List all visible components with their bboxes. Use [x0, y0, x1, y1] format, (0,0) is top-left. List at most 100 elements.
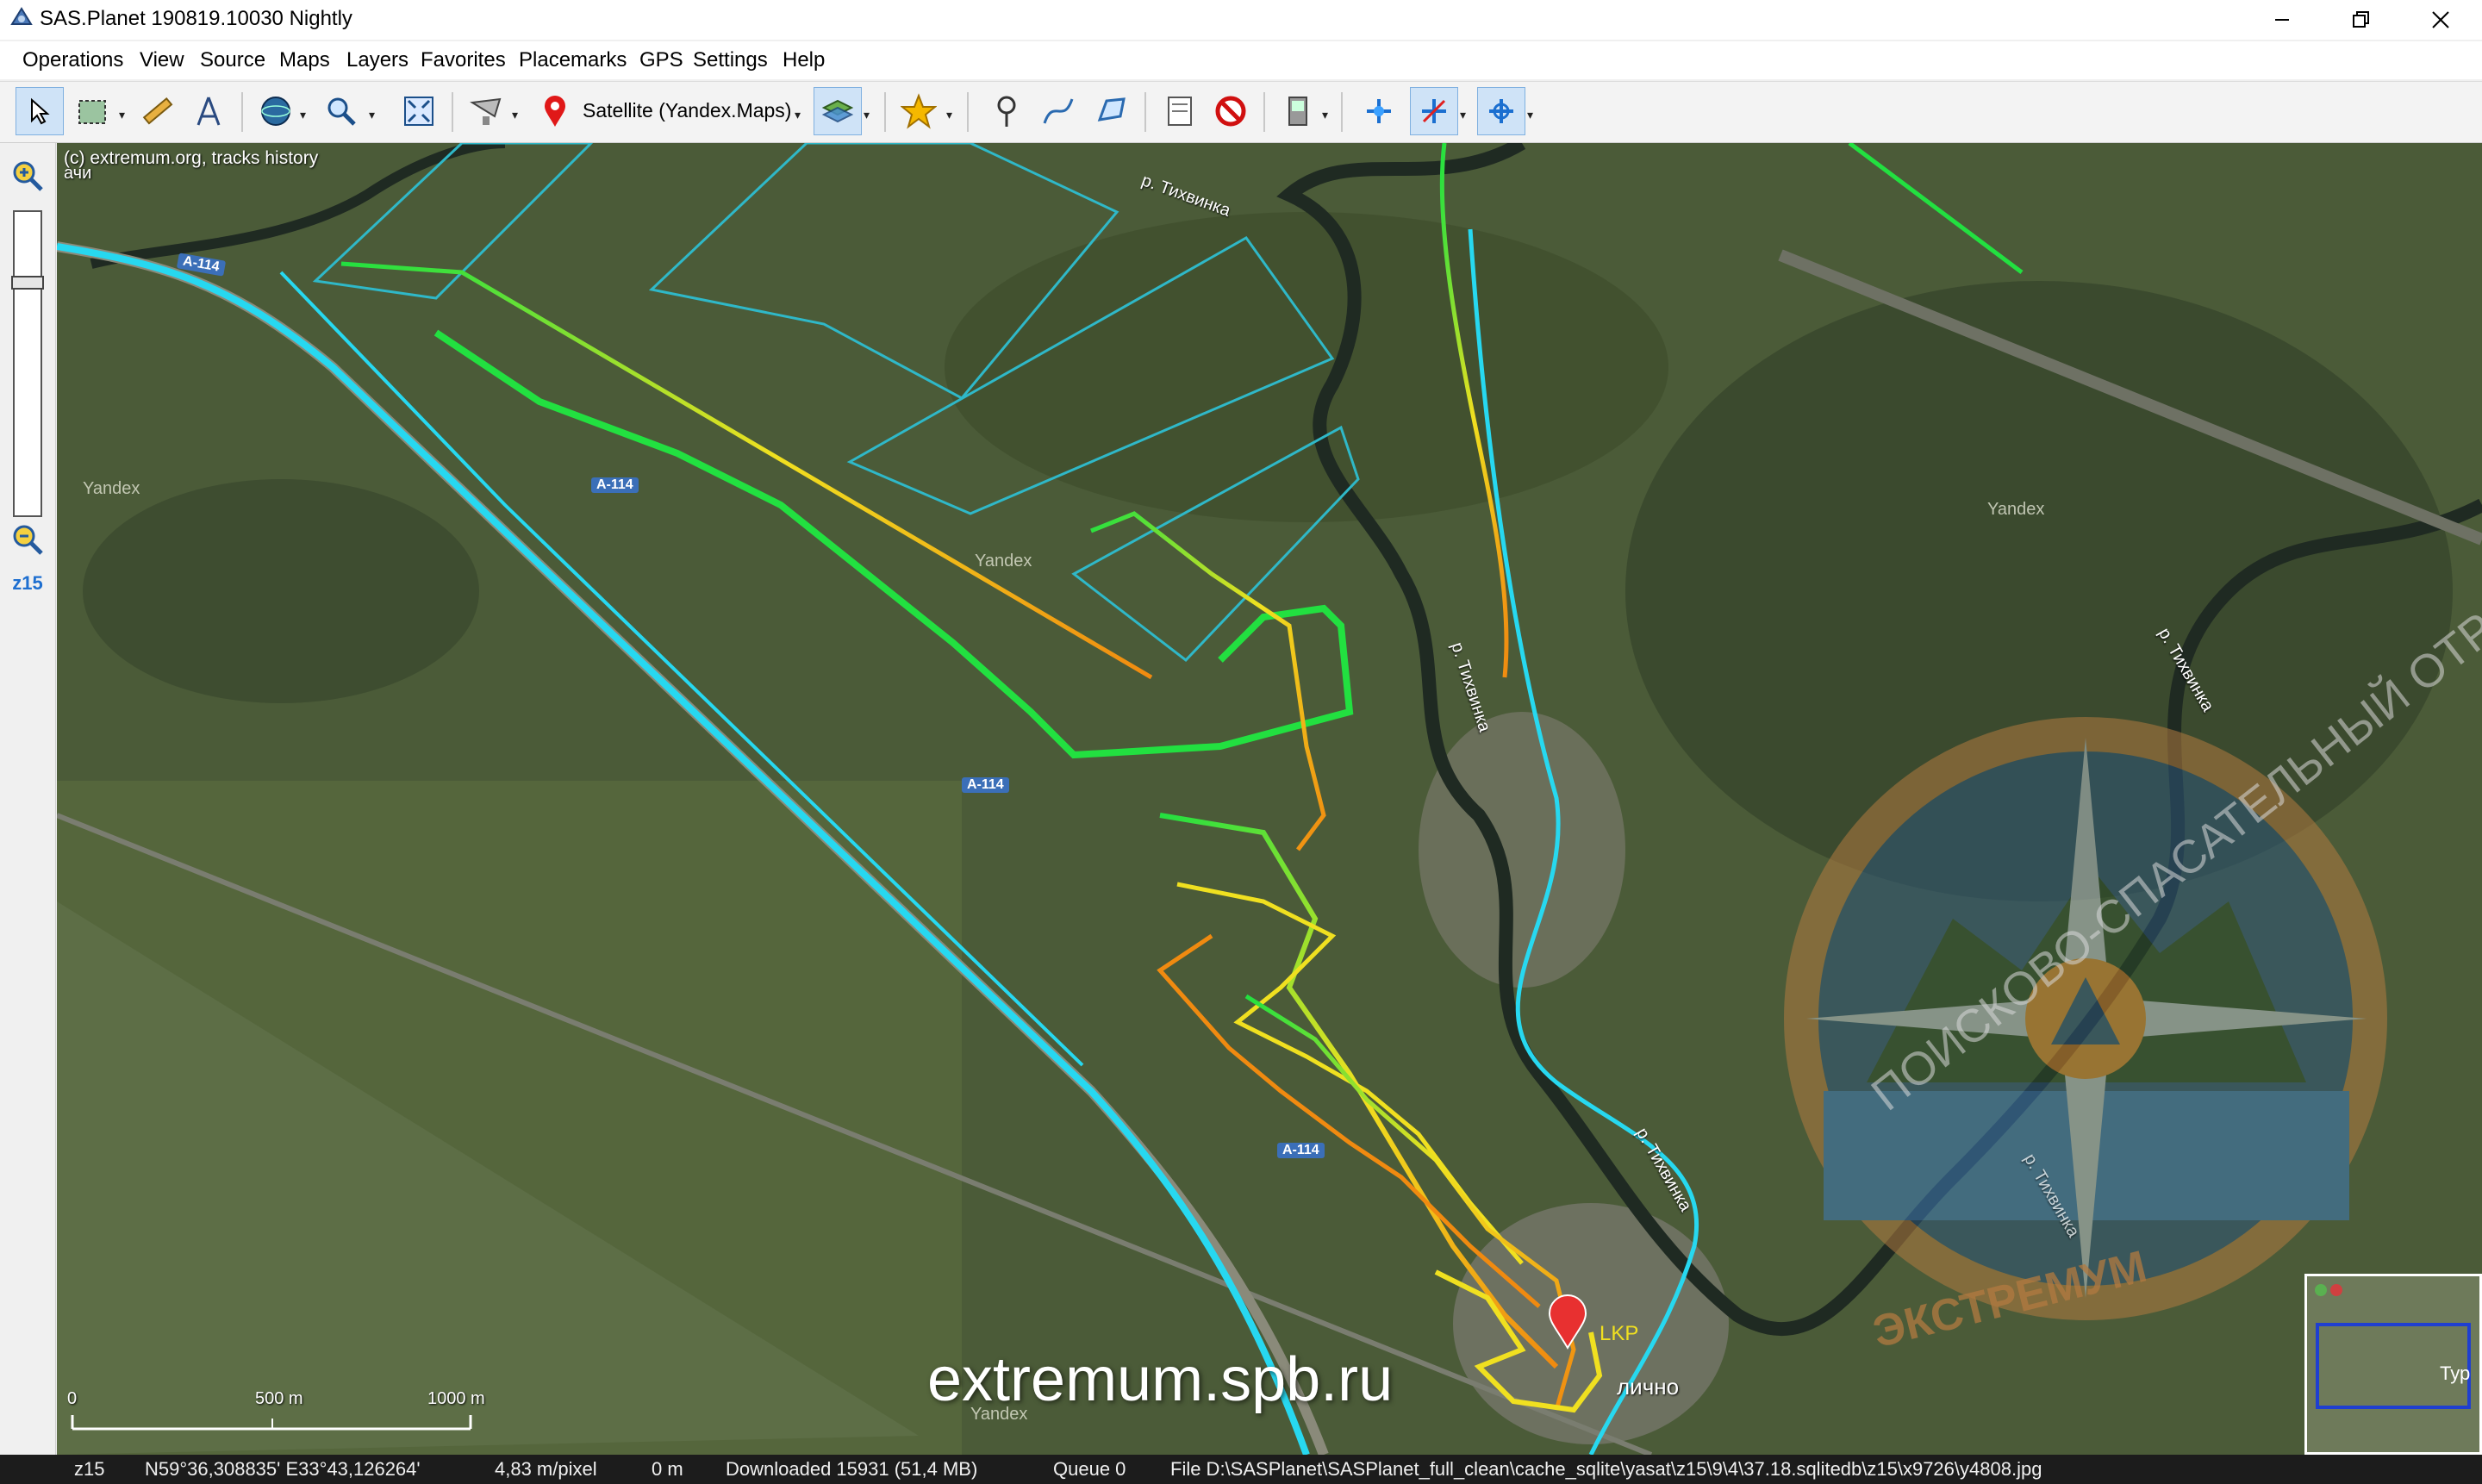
- zoom-out-button[interactable]: [10, 522, 45, 561]
- close-icon: [2432, 11, 2449, 28]
- zoom-in-icon: [13, 161, 43, 191]
- yandex-label: Yandex: [975, 552, 1032, 571]
- status-queue: Queue 0: [1053, 1458, 1126, 1480]
- gps-track-button[interactable]: [1410, 87, 1458, 135]
- minimize-icon: [2275, 19, 2289, 21]
- gps-track-dropdown-icon[interactable]: ▾: [1460, 108, 1466, 122]
- gps-satellite-icon: [1367, 99, 1391, 123]
- source-button[interactable]: [462, 87, 510, 135]
- polygon-icon: [1097, 97, 1126, 122]
- ruler-icon: [142, 97, 173, 125]
- gps-device-icon: [1288, 97, 1307, 126]
- map-copyright: (c) extremum.org, tracks history: [64, 148, 319, 168]
- gps-panel-dropdown-icon[interactable]: ▾: [1322, 108, 1328, 122]
- scale-end: 1000 m: [427, 1389, 485, 1408]
- compass-calc-icon: [196, 97, 221, 126]
- road-badge: А-114: [591, 477, 639, 493]
- watermark-url: extremum.spb.ru: [927, 1345, 1394, 1414]
- scale-bar: 0 500 m 1000 m: [65, 1384, 514, 1444]
- village-area: [1419, 712, 1625, 988]
- status-coordinates: N59°36,308835' E33°43,126264': [145, 1458, 421, 1480]
- gps-track-icon: [1422, 99, 1446, 123]
- layers-dropdown-icon[interactable]: ▾: [864, 108, 870, 122]
- gps-center-dropdown-icon[interactable]: ▾: [1527, 108, 1533, 122]
- minimap-minus-icon: [2330, 1284, 2342, 1296]
- status-file: File D:\SASPlanet\SASPlanet_full_clean\c…: [1170, 1458, 2042, 1480]
- village-area: [1453, 1203, 1729, 1444]
- toolbar: ▾ ▾ ▾ ▾ Satellite (Yandex.Maps) ▾ ▾ ▾ ▾ …: [0, 81, 2482, 143]
- favorites-dropdown-icon[interactable]: ▾: [946, 108, 952, 122]
- map-source-selector[interactable]: Satellite (Yandex.Maps): [583, 99, 791, 122]
- source-dropdown-icon[interactable]: ▾: [512, 108, 518, 122]
- gps-connect-button[interactable]: [1355, 87, 1403, 135]
- hide-placemarks-button[interactable]: [1207, 87, 1255, 135]
- gps-panel-button[interactable]: [1274, 87, 1322, 135]
- select-region-dropdown-icon[interactable]: ▾: [119, 108, 125, 122]
- menu-maps[interactable]: Maps: [279, 48, 330, 72]
- status-bar: z15 N59°36,308835' E33°43,126264' 4,83 m…: [0, 1455, 2482, 1484]
- menu-favorites[interactable]: Favorites: [421, 48, 506, 72]
- select-pointer-button[interactable]: [16, 87, 64, 135]
- placemark-manager-button[interactable]: [1157, 87, 1205, 135]
- menu-placemarks[interactable]: Placemarks: [519, 48, 627, 72]
- globe-icon: [261, 97, 290, 126]
- layers-button[interactable]: [814, 87, 862, 135]
- gps-center-button[interactable]: [1477, 87, 1525, 135]
- zoom-slider[interactable]: [11, 210, 44, 517]
- place-label: ачи: [64, 164, 92, 183]
- placemark-pin-icon: [997, 96, 1016, 127]
- map-pin-icon: [545, 96, 565, 127]
- place-label: лично: [1617, 1374, 1680, 1400]
- forest-patch: [83, 479, 479, 703]
- minimap[interactable]: Тур: [2304, 1274, 2482, 1455]
- fullscreen-button[interactable]: [395, 87, 443, 135]
- zoom-in-button[interactable]: [10, 159, 45, 197]
- map-type-button[interactable]: [252, 87, 300, 135]
- path-icon: [1043, 98, 1074, 124]
- status-scale: 4,83 m/pixel: [495, 1458, 597, 1480]
- map-marker-button[interactable]: [531, 87, 579, 135]
- window-title: SAS.Planet 190819.10030 Nightly: [40, 7, 352, 30]
- gps-center-icon: [1489, 99, 1513, 123]
- zoom-slider-thumb[interactable]: [11, 276, 44, 290]
- add-path-button[interactable]: [1034, 87, 1082, 135]
- menu-source[interactable]: Source: [200, 48, 265, 72]
- minimize-button[interactable]: [2242, 0, 2322, 40]
- fullscreen-icon: [404, 97, 433, 126]
- status-zoom: z15: [74, 1458, 105, 1480]
- close-button[interactable]: [2401, 0, 2480, 40]
- map-type-dropdown-icon[interactable]: ▾: [300, 108, 306, 122]
- lkp-label: LKP: [1600, 1322, 1639, 1345]
- menu-bar: Operations View Source Maps Layers Favor…: [0, 41, 2482, 79]
- map-source-dropdown-icon[interactable]: ▾: [795, 108, 801, 122]
- scale-mid: 500 m: [255, 1389, 303, 1408]
- select-region-button[interactable]: [69, 87, 117, 135]
- rescue-team-logo: [1784, 717, 2387, 1320]
- menu-view[interactable]: View: [140, 48, 184, 72]
- restore-button[interactable]: [2322, 0, 2401, 40]
- polygon-calc-button[interactable]: [184, 87, 233, 135]
- select-region-icon: [78, 100, 106, 124]
- menu-settings[interactable]: Settings: [693, 48, 768, 72]
- zoom-out-icon: [13, 525, 43, 555]
- menu-operations[interactable]: Operations: [22, 48, 123, 72]
- app-icon: [10, 7, 33, 25]
- favorites-button[interactable]: [895, 87, 943, 135]
- menu-layers[interactable]: Layers: [346, 48, 408, 72]
- magnifier-icon: [327, 97, 356, 126]
- star-icon: [901, 93, 937, 129]
- layers-icon: [821, 99, 854, 123]
- zoom-dropdown-icon[interactable]: ▾: [369, 108, 375, 122]
- title-bar: SAS.Planet 190819.10030 Nightly: [0, 0, 2482, 40]
- add-placemark-button[interactable]: [982, 87, 1031, 135]
- map-view[interactable]: (c) extremum.org, tracks history ачи Yan…: [57, 143, 2482, 1455]
- menu-help[interactable]: Help: [783, 48, 825, 72]
- add-polygon-button[interactable]: [1088, 87, 1136, 135]
- zoom-button[interactable]: [317, 87, 365, 135]
- status-downloaded: Downloaded 15931 (51,4 MB): [726, 1458, 978, 1480]
- ruler-button[interactable]: [133, 87, 181, 135]
- forest-patch: [945, 212, 1668, 522]
- yandex-label: Yandex: [1987, 500, 2045, 519]
- menu-gps[interactable]: GPS: [639, 48, 683, 72]
- status-distance: 0 m: [652, 1458, 683, 1480]
